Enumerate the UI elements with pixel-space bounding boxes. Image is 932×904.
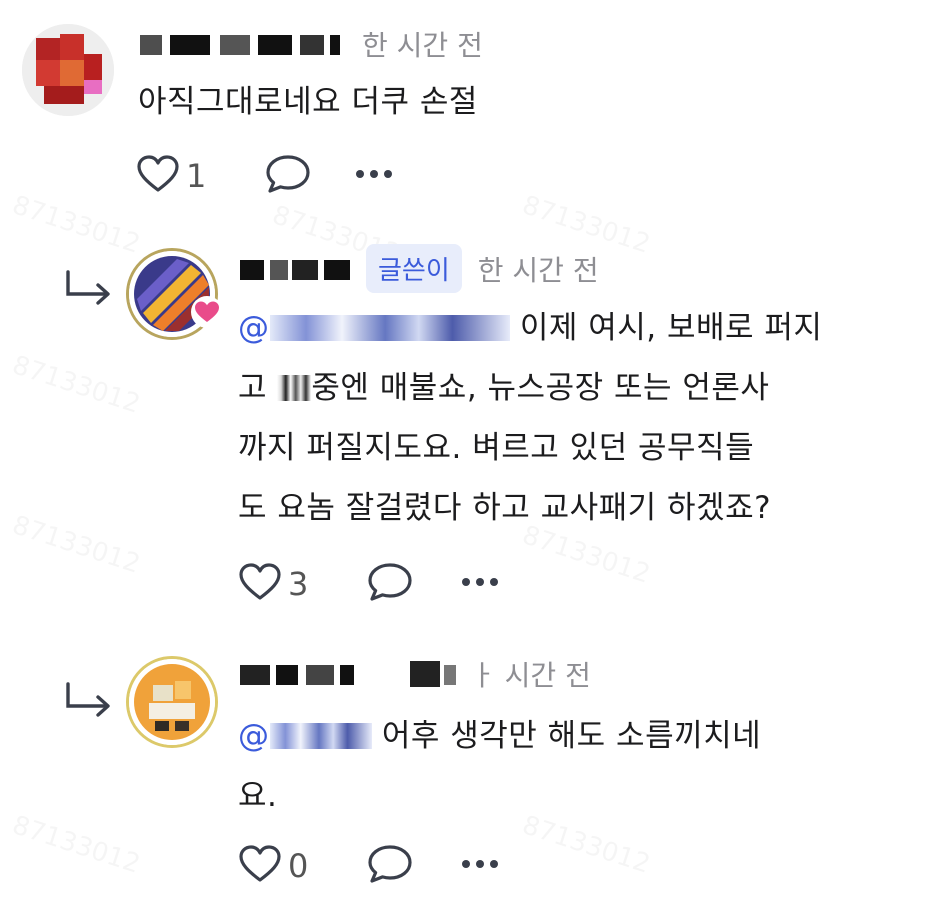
comment: 한 시간 전 아직그대로네요 더쿠 손절 1 [0,0,932,210]
avatar[interactable] [126,656,218,748]
comment-text: 아직그대로네요 더쿠 손절 [138,84,478,120]
like-count: 0 [288,847,309,885]
author-name[interactable] [140,29,346,59]
mention[interactable]: @ [238,718,382,754]
speech-bubble-icon [264,152,312,200]
author-name[interactable] [240,659,466,689]
more-dots-icon [354,164,394,188]
comment-time: 한 시간 전 [362,29,483,62]
more-dots-icon [460,854,500,878]
reply-button[interactable] [366,842,414,890]
heart-outline-icon [238,562,282,606]
like-count: 1 [186,157,207,195]
like-button[interactable]: 3 [238,562,308,606]
reply-arrow-icon [62,270,118,314]
comment-time: ㅏ 시간 전 [470,659,591,692]
avatar[interactable] [22,24,114,116]
author-badge: 글쓴이 [366,244,462,293]
heart-badge-icon [190,296,224,332]
comment-time: 한 시간 전 [477,253,599,287]
heart-outline-icon [238,844,282,888]
speech-bubble-icon [366,842,414,890]
comment-reply: ㅏ 시간 전 @ 어후 생각만 해도 소름끼치네 요. 0 [0,630,932,904]
reply-arrow-icon [62,682,118,726]
reply-button[interactable] [264,152,312,200]
more-button[interactable] [354,164,394,188]
reply-button[interactable] [366,560,414,608]
like-button[interactable]: 1 [136,154,206,198]
more-button[interactable] [460,572,500,596]
heart-outline-icon [136,154,180,198]
comment-reply: 글쓴이 한 시간 전 @ 이제 여시, 보배로 퍼지 고 중엔 매불쇼, 뉴스공… [0,210,932,630]
more-button[interactable] [460,854,500,878]
more-dots-icon [460,572,500,596]
comment-text: @ 어후 생각만 해도 소름끼치네 요. [238,718,762,814]
like-button[interactable]: 0 [238,844,308,888]
speech-bubble-icon [366,560,414,608]
comment-text: @ 이제 여시, 보배로 퍼지 고 중엔 매불쇼, 뉴스공장 또는 언론사 까지… [238,310,823,526]
like-count: 3 [288,565,309,603]
mention[interactable]: @ [238,310,520,346]
author-name[interactable] [240,254,352,284]
